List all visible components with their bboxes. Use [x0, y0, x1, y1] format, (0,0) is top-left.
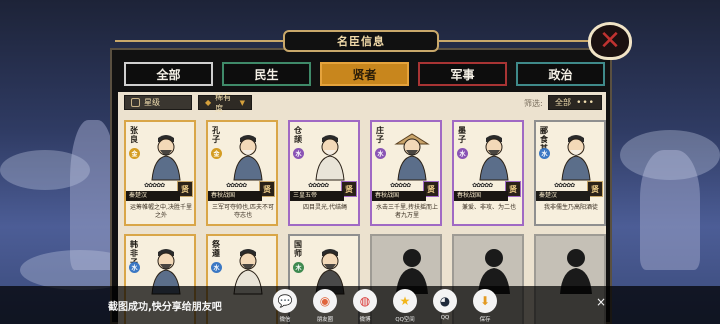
star-filter-icon	[131, 98, 140, 107]
era-label: 三皇五帝	[290, 191, 344, 201]
minister-motto: 三军可夺帅也,匹夫不可夺志也	[212, 204, 274, 219]
close-icon: ✕	[599, 26, 621, 56]
share-label: 微博	[359, 316, 371, 323]
star-rating: ✿✿✿✿✿	[554, 182, 575, 189]
minister-portrait	[308, 130, 352, 182]
minister-portrait	[390, 130, 434, 182]
star-rating: ✿✿✿✿✿	[390, 182, 411, 189]
minister-card[interactable]: 郦食其水✿✿✿✿✿贤秦楚汉我非儒生乃高阳酒徒	[534, 120, 606, 226]
tab-military[interactable]: 军事	[418, 62, 507, 86]
cloud-decoration	[620, 130, 720, 180]
minister-motto: 兼爱、非攻、为二也	[461, 204, 516, 211]
share-qzone-button[interactable]: ★ QQ空间	[392, 289, 418, 323]
element-badge: 水	[293, 148, 304, 159]
rarity-sort-button[interactable]: ◆ 稀有度 ▼	[198, 93, 252, 113]
element-badge: 水	[375, 148, 386, 159]
weibo-icon: ◍	[353, 289, 377, 313]
star-rating: ✿✿✿✿✿	[308, 182, 329, 189]
minister-name: 孔子	[212, 126, 220, 144]
star-sort-label: 星级	[144, 98, 160, 107]
minister-motto: 水击三千里,抟扶摇而上者九万里	[376, 204, 438, 219]
star-rating: ✿✿✿✿✿	[226, 182, 247, 189]
share-targets: 💬 微信 ◉ 朋友圈 ◍ 微博 ★ QQ空间 ◕ QQ ⬇ 保存	[272, 289, 498, 323]
era-label: 秦楚汉	[126, 191, 180, 201]
minister-name: 张良	[130, 126, 138, 144]
share-message: 截图成功,快分享给朋友吧	[108, 302, 222, 313]
tab-livelihood[interactable]: 民生	[222, 62, 311, 86]
minister-portrait	[554, 130, 598, 182]
minister-card[interactable]: 庄子水 ✿✿✿✿✿ 贤春秋战国 水击三千里,抟扶摇而上者九万里	[370, 120, 442, 226]
cloud-decoration	[0, 150, 90, 190]
tab-sage[interactable]: 贤者	[320, 62, 409, 86]
close-button[interactable]: ✕	[588, 22, 632, 60]
element-badge: 水	[539, 148, 550, 159]
category-tabs: 全部 民生 贤者 军事 政治	[124, 62, 605, 86]
tab-politics[interactable]: 政治	[516, 62, 605, 86]
element-badge: 金	[129, 148, 140, 159]
share-bar: 截图成功,快分享给朋友吧 💬 微信 ◉ 朋友圈 ◍ 微博 ★ QQ空间 ◕ QQ ⬇ 保存 ×	[0, 286, 720, 324]
share-close-button[interactable]: ×	[596, 295, 606, 309]
filter-row: 星级 ◆ 稀有度 ▼ 筛选: 全部 •••	[118, 92, 606, 113]
dialog-title: 名臣信息	[337, 35, 385, 48]
minister-name: 祭遵	[212, 240, 220, 258]
ministers-panel: 全部 民生 贤者 军事 政治 星级 ◆ 稀有度 ▼ 筛选: 全部 ••• 张良金…	[110, 48, 612, 324]
moments-icon: ◉	[313, 289, 337, 313]
share-wechat-button[interactable]: 💬 微信	[272, 289, 298, 323]
era-label: 春秋战国	[454, 191, 508, 201]
element-badge: 水	[129, 262, 140, 273]
save-icon: ⬇	[473, 289, 497, 313]
era-label: 春秋战国	[372, 191, 426, 201]
minister-card[interactable]: 张良金 ✿✿✿✿✿ 贤秦楚汉 运筹帷幄之中,决胜千里之外	[124, 120, 196, 226]
element-badge: 金	[211, 148, 222, 159]
filter-label: 筛选:	[524, 99, 543, 108]
minister-portrait	[472, 130, 516, 182]
share-label: 朋友圈	[316, 316, 334, 323]
era-label: 春秋战国	[208, 191, 262, 201]
minister-motto: 我非儒生乃高阳酒徒	[543, 204, 598, 211]
element-badge: 木	[293, 262, 304, 273]
share-label: QQ	[440, 314, 450, 321]
qq-icon: ◕	[433, 289, 457, 313]
share-label: QQ空间	[395, 316, 415, 323]
minister-name: 墨子	[458, 126, 466, 144]
wechat-icon: 💬	[273, 289, 297, 313]
tab-all[interactable]: 全部	[124, 62, 213, 86]
minister-card[interactable]: 孔子金 ✿✿✿✿✿ 贤春秋战国 三军可夺帅也,匹夫不可夺志也	[206, 120, 278, 226]
minister-motto: 四目灵光,代结绳	[303, 204, 347, 211]
scope-value: 全部	[555, 98, 571, 107]
minister-name: 仓颉	[294, 126, 302, 144]
scope-filter-dropdown[interactable]: 全部 •••	[548, 95, 602, 110]
star-rating: ✿✿✿✿✿	[144, 182, 165, 189]
minister-card[interactable]: 墨子水 ✿✿✿✿✿ 贤春秋战国 兼爱、非攻、为二也	[452, 120, 524, 226]
minister-name: 国师	[294, 240, 302, 258]
share-qq-button[interactable]: ◕ QQ	[432, 289, 458, 323]
era-label: 秦楚汉	[536, 191, 590, 201]
chevron-down-icon: ▼	[239, 98, 245, 107]
more-icon: •••	[576, 97, 595, 108]
minister-name: 庄子	[376, 126, 384, 144]
share-label: 微信	[279, 316, 291, 323]
share-label: 保存	[479, 316, 491, 323]
minister-portrait	[144, 130, 188, 182]
share-weibo-button[interactable]: ◍ 微博	[352, 289, 378, 323]
star-sort-button[interactable]: 星级	[124, 95, 192, 110]
share-moments-button[interactable]: ◉ 朋友圈	[312, 289, 338, 323]
element-badge: 水	[211, 262, 222, 273]
diamond-icon: ◆	[205, 98, 212, 107]
share-save-button[interactable]: ⬇ 保存	[472, 289, 498, 323]
minister-motto: 运筹帷幄之中,决胜千里之外	[130, 204, 192, 219]
minister-portrait	[226, 130, 270, 182]
star-rating: ✿✿✿✿✿	[472, 182, 493, 189]
dialog-header: 名臣信息	[115, 30, 607, 52]
rarity-sort-label: 稀有度	[215, 92, 232, 113]
minister-card[interactable]: 仓颉水 ✿✿✿✿✿ 贤三皇五帝 四目灵光,代结绳	[288, 120, 360, 226]
qzone-icon: ★	[393, 289, 417, 313]
element-badge: 水	[457, 148, 468, 159]
